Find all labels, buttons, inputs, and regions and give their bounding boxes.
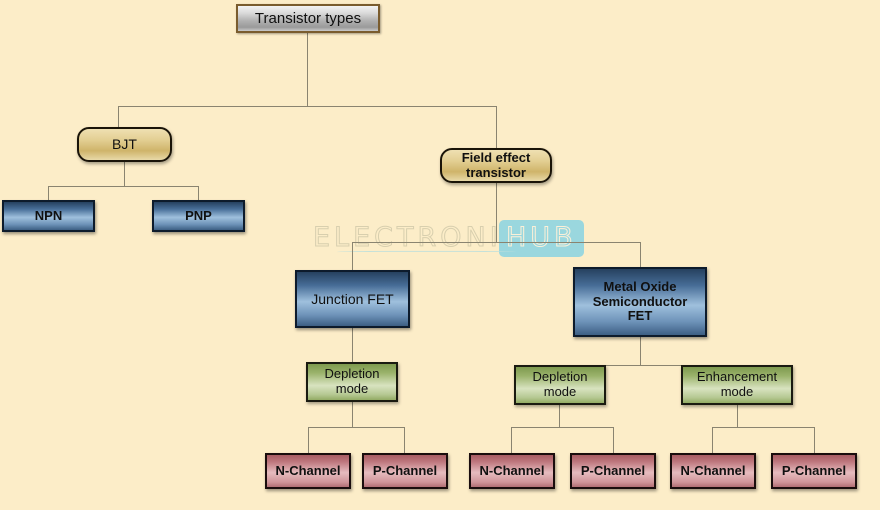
node-jfet-depletion-n-channel[interactable]: N-Channel [265,453,351,489]
node-bjt[interactable]: BJT [77,127,172,162]
connector-bjt-to-pnp [198,186,199,200]
node-mosfet[interactable]: Metal Oxide Semiconductor FET [573,267,707,337]
node-mosfet-enhancement-n-channel[interactable]: N-Channel [670,453,756,489]
node-pnp[interactable]: PNP [152,200,245,232]
node-mosfet-enhancement-p-channel[interactable]: P-Channel [771,453,857,489]
connector-bjt-bus [48,186,198,187]
connector-jfetdep-bus [308,427,404,428]
watermark-hub-text: HUB [506,222,577,254]
watermark: ELECTRONICS HUB [313,219,584,259]
connector-mosfet-down [640,337,641,365]
connector-jfet-to-depletion [352,328,353,362]
connector-root-to-fet [496,106,497,148]
node-mosfet-depletion-p-channel[interactable]: P-Channel [570,453,656,489]
connector-mosdep-to-p [613,427,614,453]
connector-fet-to-mosfet [640,242,641,267]
node-mosfet-depletion-n-channel[interactable]: N-Channel [469,453,555,489]
connector-root-down [307,33,308,106]
connector-mosenh-to-p [814,427,815,453]
node-transistor-types[interactable]: Transistor types [236,4,380,33]
connector-mosenh-bus [712,427,814,428]
connector-fet-to-jfet [352,242,353,270]
connector-mosenh-to-n [712,427,713,453]
connector-jfetdep-down [352,402,353,427]
watermark-hub-badge: HUB [499,220,584,257]
diagram-canvas: ELECTRONICS HUB Transistor types BJT Fie… [0,0,880,510]
connector-mosenh-down [737,405,738,427]
connector-root-to-bjt [118,106,119,127]
watermark-electronics-text: ELECTRONICS [313,222,546,254]
watermark-swoosh-icon [334,250,518,255]
node-mosfet-depletion-mode[interactable]: Depletion mode [514,365,606,405]
connector-mosdep-to-n [511,427,512,453]
node-jfet-depletion-mode[interactable]: Depletion mode [306,362,398,402]
connector-fet-bus [352,242,640,243]
node-field-effect-transistor[interactable]: Field effect transistor [440,148,552,183]
node-npn[interactable]: NPN [2,200,95,232]
node-junction-fet[interactable]: Junction FET [295,270,410,328]
node-jfet-depletion-p-channel[interactable]: P-Channel [362,453,448,489]
connector-root-bus [118,106,496,107]
connector-fet-down [496,183,497,242]
connector-mosdep-bus [511,427,613,428]
connector-bjt-to-npn [48,186,49,200]
connector-jfetdep-to-n [308,427,309,453]
node-mosfet-enhancement-mode[interactable]: Enhancement mode [681,365,793,405]
connector-mosdep-down [559,405,560,427]
connector-bjt-down [124,162,125,186]
connector-jfetdep-to-p [404,427,405,453]
